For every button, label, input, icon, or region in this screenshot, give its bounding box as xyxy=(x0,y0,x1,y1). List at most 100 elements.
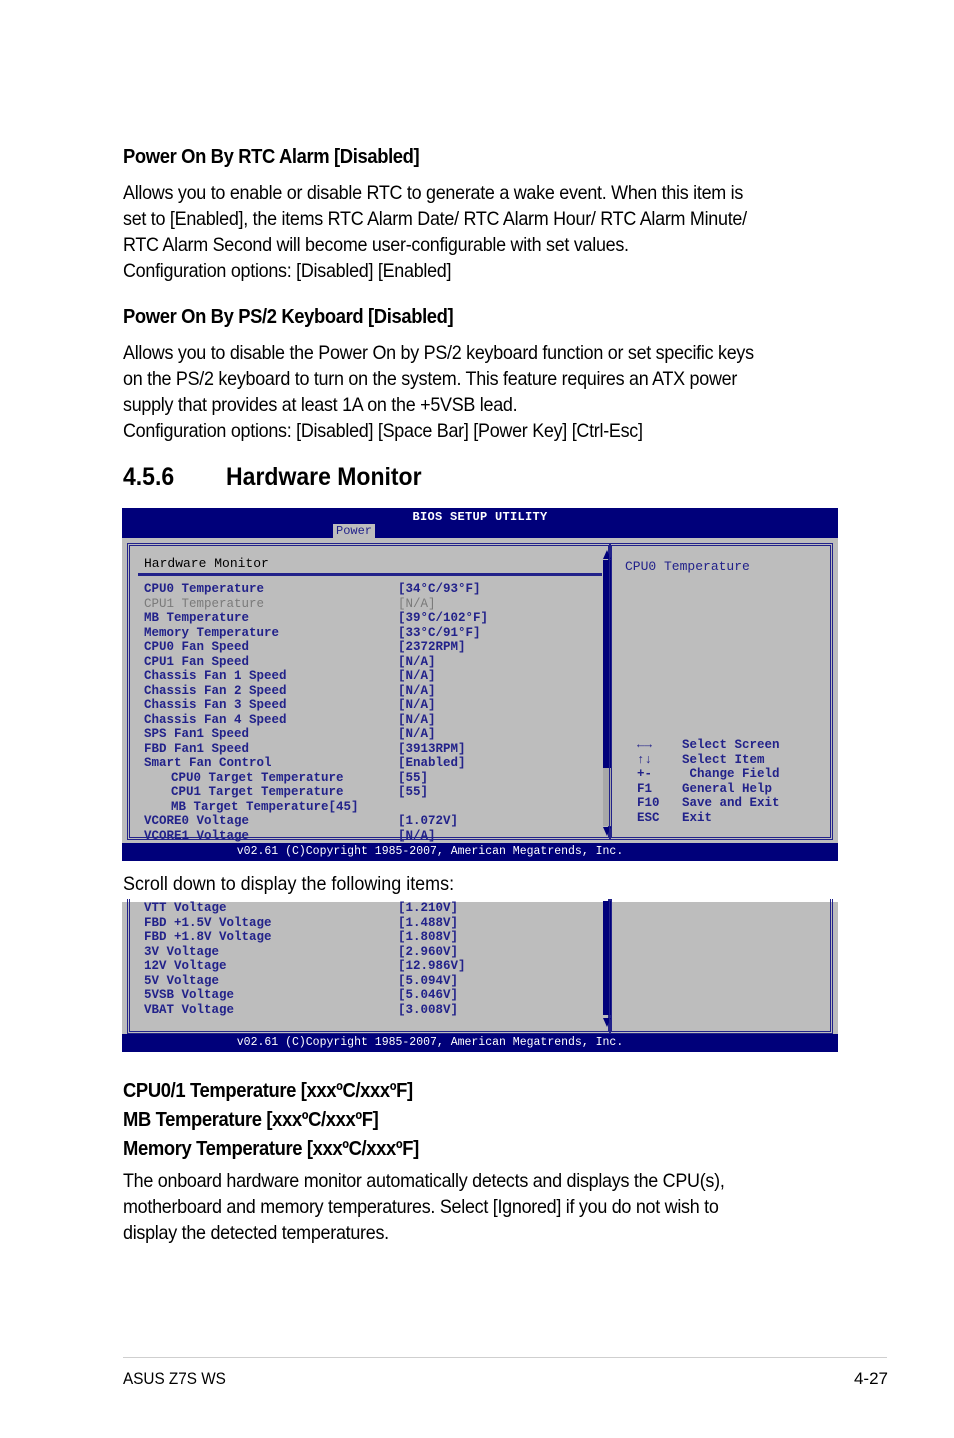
settings-panel: VTT Voltage [1.210V] FBD +1.5V Voltage [1.4… xyxy=(127,899,612,1034)
setting-value: [N/A] xyxy=(398,669,436,683)
setting-label: CPU1 Fan Speed xyxy=(144,654,250,669)
setting-label: 3V Voltage xyxy=(144,944,220,959)
setting-label: Smart Fan Control xyxy=(144,756,272,770)
setting-label: VBAT Voltage xyxy=(144,1002,235,1017)
setting-label: 12V Voltage xyxy=(144,959,227,973)
key-description: Exit xyxy=(682,810,713,825)
setting-label: CPU0 Fan Speed xyxy=(144,640,250,654)
key-description: Change Field xyxy=(682,767,780,781)
setting-value: [1.072V] xyxy=(398,814,459,828)
footer-divider xyxy=(123,1357,887,1358)
rtc-alarm-description: Allows you to enable or disable RTC to g… xyxy=(123,180,850,284)
settings-panel: Hardware Monitor CPU0 Temperature [34°C/9… xyxy=(127,543,612,843)
setting-label: CPU0 Target Temperature xyxy=(171,770,344,785)
setting-label: FBD Fan1 Speed xyxy=(144,741,250,756)
bios-title: BIOS SETUP UTILITY xyxy=(412,510,548,524)
tab-power[interactable]: Power xyxy=(333,524,376,538)
section-title: Hardware Monitor xyxy=(226,463,422,491)
key-description: Save and Exit xyxy=(682,796,780,810)
page-number: 4-27 xyxy=(853,1369,888,1388)
setting-label: Chassis Fan 3 Speed xyxy=(144,698,287,712)
section-heading: 4.5.6 Hardware Monitor xyxy=(123,463,422,492)
setting-value: [N/A] xyxy=(398,698,436,712)
setting-label: CPU0 Temperature xyxy=(144,582,265,596)
setting-label: 5VSB Voltage xyxy=(144,988,235,1002)
left-right-arrows-icon: ←→ xyxy=(637,738,653,752)
setting-value: [3.008V] xyxy=(398,1002,459,1017)
setting-label: CPU1 Temperature xyxy=(144,596,265,611)
divider xyxy=(138,573,602,576)
setting-value: [N/A] xyxy=(398,712,436,727)
bios-section-title: Hardware Monitor xyxy=(144,556,269,571)
setting-value: [5.094V] xyxy=(398,973,459,988)
setting-value: [12.986V] xyxy=(398,959,466,973)
text-line: display the detected temperatures. xyxy=(123,1222,389,1244)
key-description: Select Screen xyxy=(682,738,780,752)
text-line: The onboard hardware monitor automatical… xyxy=(123,1170,725,1192)
setting-value: [2372RPM] xyxy=(398,640,466,654)
setting-label: FBD +1.5V Voltage xyxy=(144,915,272,930)
help-title: CPU0 Temperature xyxy=(625,559,750,574)
scroll-caption: Scroll down to display the following ite… xyxy=(123,873,455,895)
copyright-text: v02.61 (C)Copyright 1985-2007, American … xyxy=(236,845,624,858)
key-description: Select Item xyxy=(682,752,765,767)
key-name: F10 xyxy=(637,796,660,810)
help-panel xyxy=(609,899,833,1034)
key-name: +- xyxy=(637,767,653,781)
text-line: Allows you to disable the Power On by PS… xyxy=(123,342,754,364)
up-down-arrows-icon: ↑↓ xyxy=(637,752,653,767)
key-name: F1 xyxy=(637,781,653,796)
setting-label: Chassis Fan 2 Speed xyxy=(144,683,287,698)
ps2-keyboard-heading: Power On By PS/2 Keyboard [Disabled] xyxy=(123,306,454,328)
setting-label: Chassis Fan 4 Speed xyxy=(144,712,287,727)
temperature-description: The onboard hardware monitor automatical… xyxy=(123,1168,850,1246)
setting-label: 5V Voltage xyxy=(144,973,220,988)
setting-value: [39°C/102°F] xyxy=(398,611,489,625)
setting-value: [1.488V] xyxy=(398,915,459,930)
setting-label: VTT Voltage xyxy=(144,901,227,915)
setting-label: Memory Temperature xyxy=(144,625,280,640)
setting-value: [N/A] xyxy=(398,683,436,698)
mb-temperature-heading: MB Temperature [xxxºC/xxxºF] xyxy=(123,1109,379,1131)
text-line: supply that provides at least 1A on the … xyxy=(123,394,518,416)
setting-value: [3913RPM] xyxy=(398,741,466,756)
text-line: Allows you to enable or disable RTC to g… xyxy=(123,182,744,204)
setting-value: [34°C/93°F] xyxy=(398,582,481,596)
setting-value: [2.960V] xyxy=(398,944,459,959)
setting-label: VCORE1 Voltage xyxy=(144,828,250,843)
setting-value: [N/A] xyxy=(398,727,436,741)
temperature-headings: CPU0/1 Temperature [xxxºC/xxxºF] MB Temp… xyxy=(123,1077,419,1164)
setting-label: MB Temperature xyxy=(144,611,250,625)
setting-value: [55] xyxy=(398,785,429,799)
setting-value: [33°C/91°F] xyxy=(398,625,481,640)
setting-value: [55] xyxy=(398,770,429,785)
bios-copyright-bar: v02.61 (C)Copyright 1985-2007, American … xyxy=(122,843,838,861)
bios-screen-scrolled: VTT Voltage [1.210V] FBD +1.5V Voltage [1.4… xyxy=(122,899,838,1052)
text-line: Configuration options: [Disabled] [Enabl… xyxy=(123,260,452,282)
rtc-alarm-heading: Power On By RTC Alarm [Disabled] xyxy=(123,146,420,168)
setting-value: [N/A] xyxy=(398,654,436,669)
text-line: Configuration options: [Disabled] [Space… xyxy=(123,420,643,442)
setting-label: VCORE0 Voltage xyxy=(144,814,250,828)
setting-value: [1.808V] xyxy=(398,930,459,944)
text-line: motherboard and memory temperatures. Sel… xyxy=(123,1196,719,1218)
setting-label: Chassis Fan 1 Speed xyxy=(144,669,287,683)
setting-value: [5.046V] xyxy=(398,988,459,1002)
bios-screen: BIOS SETUP UTILITY Power Hardware Monito… xyxy=(122,508,838,861)
key-description: General Help xyxy=(682,781,773,796)
section-number: 4.5.6 xyxy=(123,463,175,491)
setting-label: FBD +1.8V Voltage xyxy=(144,930,272,944)
help-panel: CPU0 Temperature ←→ Select Screen ↑↓ Select… xyxy=(609,543,833,840)
setting-label: MB Target Temperature[45] xyxy=(171,799,359,814)
bios-title-bar: BIOS SETUP UTILITY Power xyxy=(122,508,838,538)
key-name: ESC xyxy=(637,810,660,825)
ps2-keyboard-description: Allows you to disable the Power On by PS… xyxy=(123,340,850,444)
copyright-text: v02.61 (C)Copyright 1985-2007, American … xyxy=(236,1036,624,1049)
bios-copyright-bar: v02.61 (C)Copyright 1985-2007, American … xyxy=(122,1034,838,1052)
setting-label: CPU1 Target Temperature xyxy=(171,785,344,799)
text-line: set to [Enabled], the items RTC Alarm Da… xyxy=(123,208,747,230)
setting-label: SPS Fan1 Speed xyxy=(144,727,250,741)
text-line: RTC Alarm Second will become user-config… xyxy=(123,234,629,256)
cpu-temperature-heading: CPU0/1 Temperature [xxxºC/xxxºF] xyxy=(123,1080,413,1102)
setting-value: [N/A] xyxy=(398,828,436,843)
